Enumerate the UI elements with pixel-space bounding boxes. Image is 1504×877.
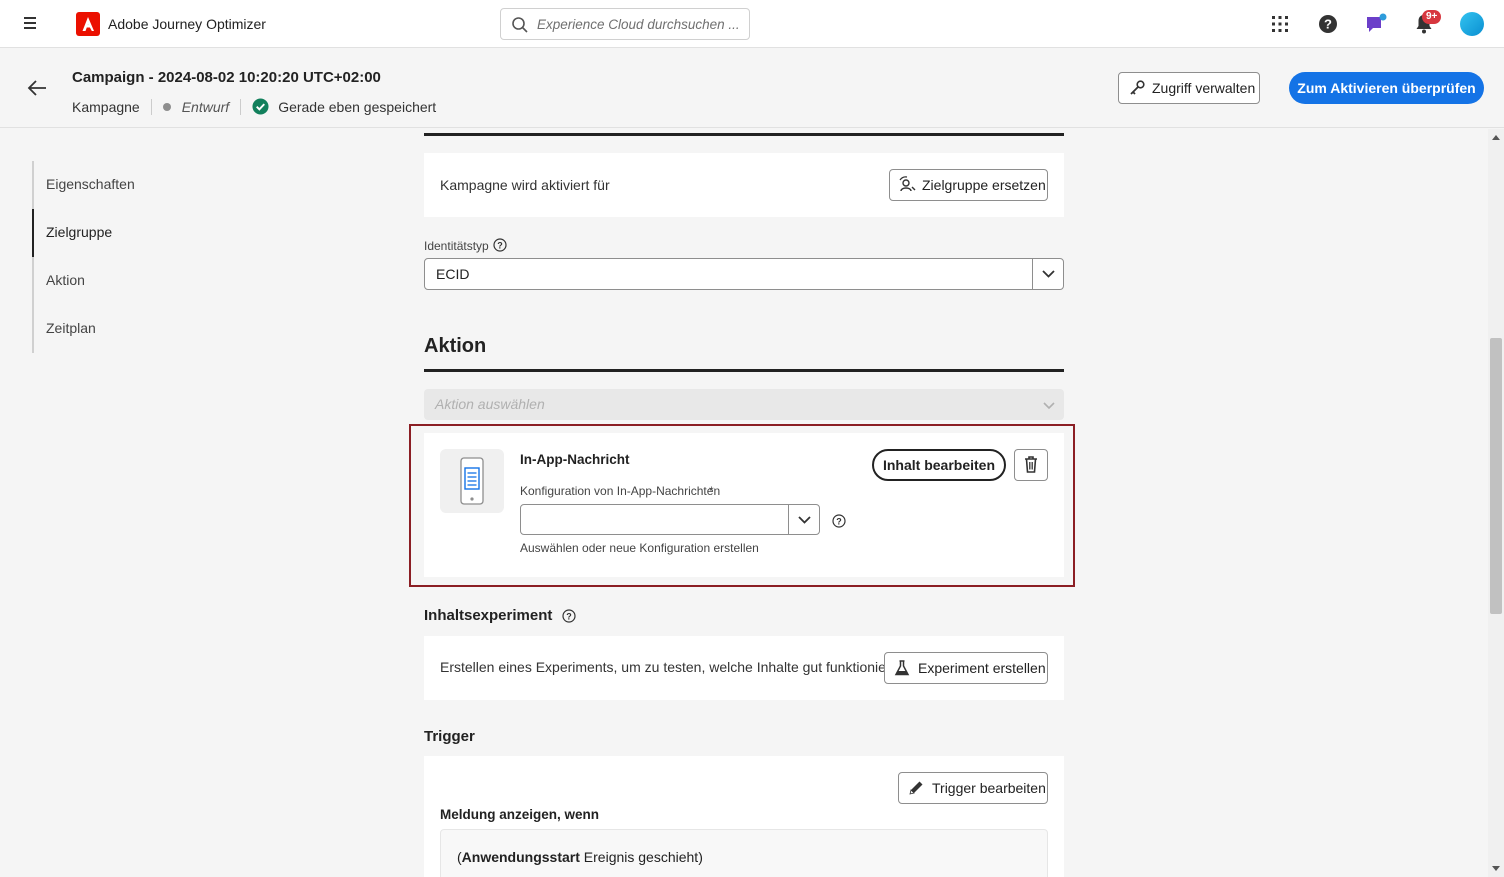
back-arrow-icon[interactable] bbox=[26, 77, 48, 99]
key-icon bbox=[1130, 80, 1145, 95]
search-placeholder: Experience Cloud durchsuchen ... bbox=[537, 17, 740, 32]
trigger-condition-box: (Anwendungsstart Ereignis geschieht) bbox=[440, 829, 1048, 877]
trigger-condition: (Anwendungsstart Ereignis geschieht) bbox=[457, 849, 703, 865]
chevron-down-icon[interactable] bbox=[788, 505, 819, 534]
show-when-label: Meldung anzeigen, wenn bbox=[440, 807, 600, 822]
chevron-down-icon[interactable] bbox=[1032, 259, 1063, 289]
action-section-title: Aktion bbox=[424, 335, 487, 357]
page-title: Campaign - 2024-08-02 10:20:20 UTC+02:00 bbox=[72, 69, 381, 86]
scroll-down-icon[interactable] bbox=[1492, 866, 1500, 872]
nav-item-audience[interactable]: Zielgruppe bbox=[46, 224, 112, 240]
review-activate-button[interactable]: Zum Aktivieren überprüfen bbox=[1289, 72, 1484, 104]
replace-audience-icon bbox=[899, 176, 916, 192]
nav-item-properties[interactable]: Eigenschaften bbox=[46, 176, 135, 192]
divider bbox=[150, 98, 152, 115]
delete-button[interactable] bbox=[1014, 449, 1048, 481]
action-select-placeholder: Aktion auswählen bbox=[435, 396, 545, 412]
scrollbar-thumb[interactable] bbox=[1490, 338, 1502, 614]
chat-feedback-icon[interactable] bbox=[1364, 12, 1388, 36]
help-circle-icon[interactable]: ? bbox=[493, 238, 507, 252]
edit-trigger-label: Trigger bearbeiten bbox=[932, 780, 1046, 796]
in-app-config-select[interactable] bbox=[520, 504, 820, 535]
condition-event: Anwendungsstart bbox=[461, 849, 580, 865]
chevron-down-icon bbox=[1043, 402, 1055, 410]
saved-status: Gerade eben gespeichert bbox=[278, 98, 437, 115]
divider bbox=[240, 98, 242, 115]
activated-for-text: Kampagne wird aktiviert für bbox=[440, 177, 610, 193]
menu-icon[interactable] bbox=[22, 14, 42, 34]
nav-active-indicator bbox=[32, 209, 34, 257]
manage-access-button[interactable]: Zugriff verwalten bbox=[1118, 72, 1260, 104]
experiment-card: Erstellen eines Experiments, um zu teste… bbox=[424, 636, 1064, 700]
help-circle-icon[interactable]: ? bbox=[562, 609, 576, 623]
pencil-icon bbox=[909, 781, 923, 795]
config-hint: Auswählen oder neue Konfiguration erstel… bbox=[520, 541, 759, 555]
replace-audience-label: Zielgruppe ersetzen bbox=[922, 177, 1046, 193]
adobe-logo-icon bbox=[76, 12, 100, 36]
checkmark-circle-icon bbox=[252, 98, 269, 115]
search-input[interactable]: Experience Cloud durchsuchen ... bbox=[500, 8, 750, 40]
help-icon[interactable]: ? bbox=[1316, 12, 1340, 36]
status-badge: Entwurf bbox=[181, 98, 230, 115]
replace-audience-button[interactable]: Zielgruppe ersetzen bbox=[889, 169, 1048, 201]
campaign-header: Campaign - 2024-08-02 10:20:20 UTC+02:00… bbox=[0, 49, 1504, 128]
create-experiment-label: Experiment erstellen bbox=[918, 660, 1046, 676]
avatar[interactable] bbox=[1460, 12, 1484, 36]
identity-type-label: Identitätstyp bbox=[424, 239, 489, 253]
apps-grid-icon[interactable] bbox=[1268, 12, 1292, 36]
action-select: Aktion auswählen bbox=[424, 389, 1064, 420]
svg-text:?: ? bbox=[566, 612, 572, 622]
status-dot-icon bbox=[162, 102, 171, 111]
required-indicator: * bbox=[709, 484, 714, 498]
identity-type-value: ECID bbox=[436, 266, 470, 282]
condition-rest: Ereignis geschieht) bbox=[579, 849, 703, 865]
svg-text:?: ? bbox=[836, 517, 842, 527]
beaker-icon bbox=[894, 660, 910, 676]
svg-text:?: ? bbox=[497, 241, 503, 251]
help-circle-icon[interactable]: ? bbox=[832, 514, 846, 528]
nav-item-action[interactable]: Aktion bbox=[46, 272, 85, 288]
edit-content-button[interactable]: Inhalt bearbeiten bbox=[872, 449, 1006, 481]
mobile-phone-icon bbox=[440, 449, 504, 513]
edit-trigger-button[interactable]: Trigger bearbeiten bbox=[898, 772, 1048, 804]
trigger-section-title: Trigger bbox=[424, 728, 475, 745]
audience-card: Kampagne wird aktiviert für Zielgruppe e… bbox=[424, 153, 1064, 217]
search-icon bbox=[512, 17, 528, 33]
identity-type-select[interactable]: ECID bbox=[424, 258, 1064, 290]
trigger-card: Trigger bearbeiten Meldung anzeigen, wen… bbox=[424, 756, 1064, 877]
app-title: Adobe Journey Optimizer bbox=[108, 16, 266, 32]
section-divider bbox=[424, 369, 1064, 372]
create-experiment-button[interactable]: Experiment erstellen bbox=[884, 652, 1048, 684]
campaign-type: Kampagne bbox=[72, 98, 140, 115]
section-divider bbox=[424, 133, 1064, 136]
notification-badge: 9+ bbox=[1422, 10, 1442, 24]
trash-icon bbox=[1025, 456, 1037, 473]
nav-item-schedule[interactable]: Zeitplan bbox=[46, 320, 96, 336]
top-nav: Adobe Journey Optimizer Experience Cloud… bbox=[0, 0, 1504, 48]
nav-track bbox=[32, 161, 34, 353]
config-label: Konfiguration von In-App-Nachrichten bbox=[520, 484, 721, 498]
experiment-description: Erstellen eines Experiments, um zu teste… bbox=[440, 659, 911, 675]
scroll-up-icon[interactable] bbox=[1492, 134, 1500, 140]
manage-access-label: Zugriff verwalten bbox=[1152, 80, 1256, 96]
svg-text:?: ? bbox=[1324, 17, 1332, 32]
experiment-section-title: Inhaltsexperiment bbox=[424, 607, 553, 624]
channel-name: In-App-Nachricht bbox=[520, 452, 630, 467]
